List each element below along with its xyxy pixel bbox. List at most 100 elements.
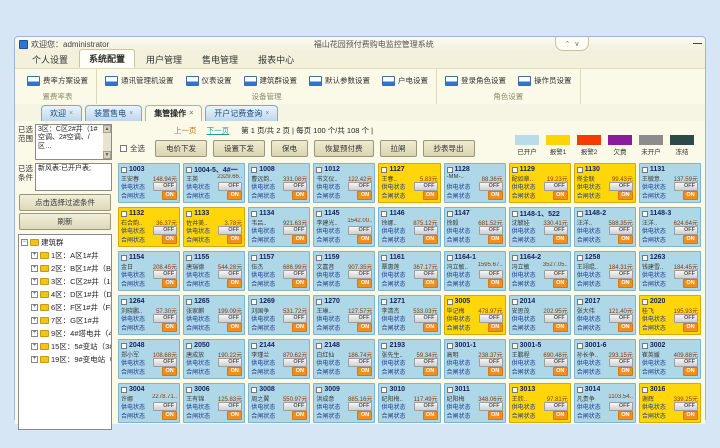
meter-card[interactable]: 2014安思茂202.95元供电状态OFF合闸状态ON <box>509 295 571 335</box>
meter-card[interactable]: 1155唐瑞德544.28元供电状态OFF合闸状态ON <box>183 251 245 291</box>
meter-card[interactable]: 1146徐娜..875.12元供电状态OFF合闸状态ON <box>378 207 440 247</box>
meter-card[interactable]: 1145李建光..1542.00..供电状态OFF合闸状态ON <box>313 207 375 247</box>
minimize-button[interactable]: — <box>693 38 702 48</box>
card-checkbox[interactable] <box>186 343 192 349</box>
card-checkbox[interactable] <box>316 255 322 261</box>
range-scrollbar[interactable]: ▲ ▼ <box>103 125 111 159</box>
meter-card[interactable]: 2193张先生..59.34元供电状态OFF合闸状态ON <box>378 339 440 379</box>
card-checkbox[interactable] <box>447 255 453 261</box>
tree-item-8[interactable]: +19区：9#变电站（2#… <box>31 354 111 365</box>
card-checkbox[interactable] <box>512 211 518 217</box>
expand-icon[interactable]: + <box>31 278 38 285</box>
meter-card[interactable]: 3013王欣..97.81元供电状态OFF合闸状态ON <box>509 383 571 423</box>
card-checkbox[interactable] <box>447 343 453 349</box>
meter-card[interactable]: 1127王春..5.83元供电状态OFF合闸状态ON <box>378 163 440 203</box>
expand-icon[interactable]: + <box>31 252 38 259</box>
card-checkbox[interactable] <box>186 387 192 393</box>
card-checkbox[interactable] <box>642 387 648 393</box>
meter-card[interactable]: 1148-3汪洋..624.64元供电状态OFF合闸状态ON <box>639 207 701 247</box>
meter-card[interactable]: 1164-1冯立敏..1595.67..供电状态OFF合闸状态ON <box>444 251 506 291</box>
card-checkbox[interactable] <box>251 343 257 349</box>
tab-2[interactable]: 集管操作× <box>145 105 202 121</box>
meter-card[interactable]: 3009洪成意885.16元供电状态OFF合闸状态ON <box>313 383 375 423</box>
meter-card[interactable]: 1131王毓意..137.59元供电状态OFF合闸状态ON <box>639 163 701 203</box>
menu-item-1[interactable]: 系统配置 <box>79 49 135 68</box>
menu-item-3[interactable]: 售电管理 <box>193 51 247 68</box>
menu-item-2[interactable]: 用户管理 <box>137 51 191 68</box>
menu-item-0[interactable]: 个人设置 <box>23 51 77 68</box>
card-checkbox[interactable] <box>316 211 322 217</box>
tab-1[interactable]: 装置售电× <box>85 105 142 121</box>
action-button-1[interactable]: 设置下发 <box>213 140 265 157</box>
card-checkbox[interactable] <box>186 211 192 217</box>
card-checkbox[interactable] <box>642 255 648 261</box>
card-checkbox[interactable] <box>577 299 583 305</box>
meter-card[interactable]: 1164-2冯立敏3527.05..供电状态OFF合闸状态ON <box>509 251 571 291</box>
ribbon-button-1-1[interactable]: 仪表设置 <box>184 74 234 87</box>
meter-card[interactable]: 3016谢辉339.25元供电状态OFF合闸状态ON <box>639 383 701 423</box>
card-checkbox[interactable] <box>316 343 322 349</box>
card-checkbox[interactable] <box>251 387 257 393</box>
meter-card[interactable]: 1258王翊琨..184.31元供电状态OFF合闸状态ON <box>574 251 636 291</box>
tree-item-4[interactable]: +6区：F区1#井（F区1#… <box>31 302 111 313</box>
tree-root[interactable]: −建筑群 <box>21 237 111 248</box>
meter-card[interactable]: 3001-6孙长争..293.15元供电状态OFF合闸状态ON <box>574 339 636 379</box>
meter-card[interactable]: 1161覃惠莲367.17元供电状态OFF合闸状态ON <box>378 251 440 291</box>
meter-card[interactable]: 1128-MM-..88.36元供电状态OFF合闸状态ON <box>444 163 506 203</box>
meter-card[interactable]: 2048郑小军108.68元供电状态OFF合闸状态ON <box>118 339 180 379</box>
tree-item-1[interactable]: +2区：B区1#井（B区1#… <box>31 263 111 274</box>
card-checkbox[interactable] <box>381 167 387 173</box>
tree-item-0[interactable]: +1区：A区1#井 <box>31 250 111 261</box>
meter-card[interactable]: 3001-1高明238.37元供电状态OFF合闸状态ON <box>444 339 506 379</box>
ribbon-button-2-0[interactable]: 登录角色设置 <box>443 74 508 87</box>
select-all-checkbox[interactable] <box>120 145 127 152</box>
tree-item-6[interactable]: +9区：4#塔电井（4#塔… <box>31 328 111 339</box>
card-checkbox[interactable] <box>251 255 257 261</box>
meter-card[interactable]: 1133佐井美..3.78元供电状态OFF合闸状态ON <box>183 207 245 247</box>
card-checkbox[interactable] <box>316 167 322 173</box>
expand-icon[interactable]: + <box>31 304 38 311</box>
tree-item-5[interactable]: +7区：G区1#井 <box>31 315 111 326</box>
ribbon-button-2-1[interactable]: 操作员设置 <box>516 74 574 87</box>
action-button-4[interactable]: 拉闸 <box>380 140 417 157</box>
card-checkbox[interactable] <box>316 387 322 393</box>
action-button-3[interactable]: 恢复预付费 <box>314 140 374 157</box>
expand-icon[interactable]: + <box>31 291 38 298</box>
meter-card[interactable]: 1147徐毅681.52元供电状态OFF合闸状态ON <box>444 207 506 247</box>
tab-0[interactable]: 欢迎× <box>41 105 82 121</box>
meter-card[interactable]: 2144李瑾兰870.62元供电状态OFF合闸状态ON <box>248 339 310 379</box>
card-checkbox[interactable] <box>577 211 583 217</box>
meter-card[interactable]: 2148白红仙186.74元供电状态OFF合闸状态ON <box>313 339 375 379</box>
card-checkbox[interactable] <box>447 387 453 393</box>
card-checkbox[interactable] <box>577 255 583 261</box>
meter-card[interactable]: 1004-5、4#一王英2329.66..供电状态OFF合闸状态ON <box>183 163 245 203</box>
card-checkbox[interactable] <box>577 167 583 173</box>
refresh-button[interactable]: 刷新 <box>19 213 111 230</box>
meter-card[interactable]: 1271李清杰533.03元供电状态OFF合闸状态ON <box>378 295 440 335</box>
card-checkbox[interactable] <box>251 299 257 305</box>
meter-card[interactable]: 1008曹远韵..331.08元供电状态OFF合闸状态ON <box>248 163 310 203</box>
card-checkbox[interactable] <box>121 387 127 393</box>
card-checkbox[interactable] <box>121 211 127 217</box>
tree-item-3[interactable]: +4区：D区1#井（D区1… <box>31 289 111 300</box>
card-checkbox[interactable] <box>381 211 387 217</box>
action-button-2[interactable]: 保电 <box>271 140 308 157</box>
ribbon-button-1-0[interactable]: 通讯管理机设置 <box>103 74 176 87</box>
card-checkbox[interactable] <box>447 167 453 173</box>
meter-card[interactable]: 1148-1、522沈毓娃330.41元供电状态OFF合闸状态ON <box>509 207 571 247</box>
meter-card[interactable]: 2017张大伟121.40元供电状态OFF合闸状态ON <box>574 295 636 335</box>
tab-3[interactable]: 开户记费查询× <box>205 105 278 121</box>
meter-card[interactable]: 1132石合韵..36.37元供电状态OFF合闸状态ON <box>118 207 180 247</box>
meter-card[interactable]: 1003王安春148.94元供电状态OFF合闸状态ON <box>118 163 180 203</box>
card-checkbox[interactable] <box>121 343 127 349</box>
meter-card[interactable]: 1129配如章..19.23元供电状态OFF合闸状态ON <box>509 163 571 203</box>
meter-card[interactable]: 1154金日208.45元供电状态OFF合闸状态ON <box>118 251 180 291</box>
meter-card[interactable]: 1265张家麒199.09元供电状态OFF合闸状态ON <box>183 295 245 335</box>
meter-card[interactable]: 1134韦吕..921.63元供电状态OFF合闸状态ON <box>248 207 310 247</box>
prev-page-link[interactable]: 上一页 <box>174 126 197 135</box>
meter-card[interactable]: 2050唐成放190.22元供电状态OFF合闸状态ON <box>183 339 245 379</box>
card-checkbox[interactable] <box>512 299 518 305</box>
selected-range-box[interactable]: 3区：C区2#井（1#空调、2#空调、/区… ▲ ▼ <box>35 124 112 160</box>
close-icon[interactable]: × <box>265 110 269 117</box>
card-checkbox[interactable] <box>121 167 127 173</box>
